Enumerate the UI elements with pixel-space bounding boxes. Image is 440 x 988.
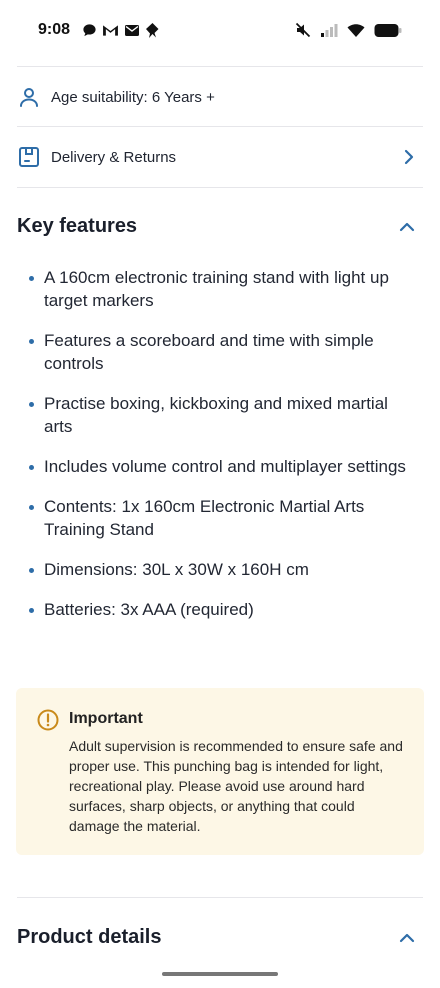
delivery-returns-row[interactable]: Delivery & Returns — [17, 144, 423, 170]
wifi-icon — [347, 23, 365, 38]
person-icon — [17, 85, 41, 109]
key-features-title[interactable]: Key features — [17, 215, 137, 238]
home-indicator[interactable] — [162, 972, 278, 976]
list-item: Includes volume control and multiplayer … — [28, 455, 408, 478]
list-item: Contents: 1x 160cm Electronic Martial Ar… — [28, 495, 408, 541]
age-suitability-row: Age suitability: 6 Years + — [17, 84, 423, 110]
warning-icon — [37, 709, 59, 731]
divider — [17, 66, 423, 67]
signal-icon — [320, 23, 338, 38]
bullet-icon — [29, 608, 34, 613]
chevron-right-icon[interactable] — [403, 149, 415, 165]
list-item: A 160cm electronic training stand with l… — [28, 266, 408, 312]
list-item: Features a scoreboard and time with simp… — [28, 329, 408, 375]
bullet-icon — [29, 505, 34, 510]
divider — [17, 187, 423, 188]
gmail-icon — [102, 24, 119, 37]
bullet-icon — [29, 465, 34, 470]
list-item: Batteries: 3x AAA (required) — [28, 598, 408, 621]
bullet-icon — [29, 276, 34, 281]
status-bar: 9:08 — [0, 0, 440, 62]
delivery-returns-label: Delivery & Returns — [51, 148, 177, 166]
mute-icon — [295, 22, 311, 38]
chat-icon — [82, 23, 97, 38]
product-details-title[interactable]: Product details — [17, 926, 161, 949]
battery-icon — [374, 23, 402, 38]
key-features-list: A 160cm electronic training stand with l… — [28, 266, 408, 638]
bullet-icon — [29, 568, 34, 573]
bullet-icon — [29, 402, 34, 407]
bullet-icon — [29, 339, 34, 344]
app-icon — [145, 22, 160, 39]
divider — [17, 126, 423, 127]
important-notice: Important Adult supervision is recommend… — [16, 688, 424, 855]
mail-icon — [124, 24, 140, 37]
important-body: Adult supervision is recommended to ensu… — [69, 738, 403, 834]
chevron-up-icon[interactable] — [399, 221, 415, 233]
list-item: Dimensions: 30L x 30W x 160H cm — [28, 558, 408, 581]
important-title: Important — [69, 710, 143, 727]
chevron-up-icon[interactable] — [399, 932, 415, 944]
box-icon — [17, 145, 41, 169]
status-time: 9:08 — [38, 21, 71, 38]
list-item: Practise boxing, kickboxing and mixed ma… — [28, 392, 408, 438]
divider — [17, 897, 423, 898]
age-suitability-label: Age suitability: 6 Years + — [51, 88, 215, 106]
